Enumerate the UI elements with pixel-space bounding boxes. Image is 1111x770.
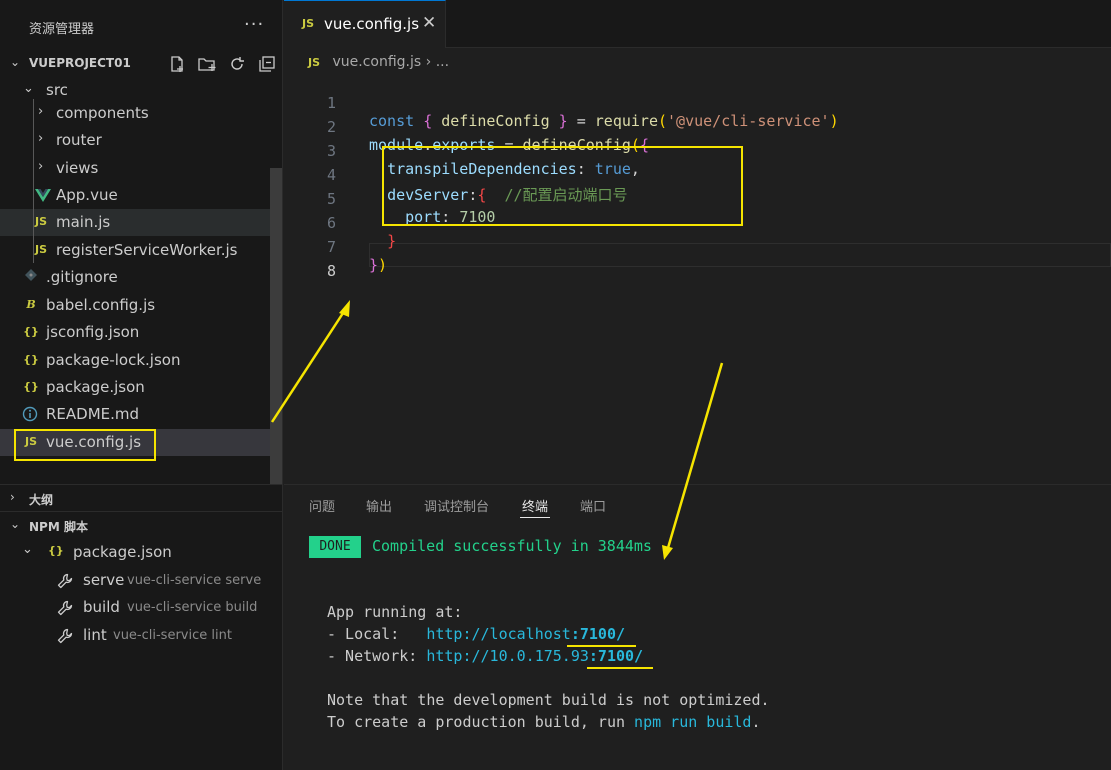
compiled-message: Compiled successfully in 3844ms bbox=[372, 537, 652, 555]
chevron-down-icon: ⌄ bbox=[22, 542, 33, 557]
npm-section-header[interactable]: ⌄ NPM 脚本 bbox=[0, 512, 282, 539]
chevron-down-icon: ⌄ bbox=[10, 55, 21, 69]
breadcrumb-separator: › bbox=[425, 54, 432, 70]
tree-folder-views[interactable]: › views bbox=[0, 155, 270, 182]
explorer-header: 资源管理器 ··· bbox=[0, 0, 282, 56]
network-line: - Network: http://10.0.175.93:7100/ bbox=[327, 647, 644, 665]
close-icon[interactable]: ✕ bbox=[422, 13, 436, 33]
code-line: 8 bbox=[326, 262, 336, 280]
tree-file-package-lock[interactable]: {} package-lock.json bbox=[0, 347, 270, 374]
breadcrumb-file[interactable]: vue.config.js bbox=[332, 54, 421, 70]
local-line: - Local: http://localhost:7100/ bbox=[327, 625, 626, 643]
tree-file-package-json[interactable]: {} package.json bbox=[0, 374, 270, 401]
tree-folder-router[interactable]: › router bbox=[0, 127, 270, 154]
tab-problems[interactable]: 问题 bbox=[309, 496, 335, 515]
wrench-icon[interactable] bbox=[56, 627, 74, 649]
tree-file-main-js[interactable]: JS main.js bbox=[0, 209, 270, 236]
explorer-scrollbar[interactable] bbox=[270, 168, 282, 484]
project-section-header[interactable]: ⌄ VUEPROJECT01 bbox=[0, 50, 282, 77]
editor-tab-bar: JS vue.config.js ✕ bbox=[284, 0, 1111, 48]
note-line: Note that the development build is not o… bbox=[327, 691, 770, 709]
explorer-title: 资源管理器 bbox=[29, 22, 95, 37]
tab-debug-console[interactable]: 调试控制台 bbox=[424, 496, 489, 515]
chevron-right-icon: › bbox=[38, 131, 44, 146]
build-hint-line: To create a production build, run npm ru… bbox=[327, 713, 761, 731]
done-badge: DONE bbox=[309, 536, 361, 558]
highlight-box bbox=[382, 146, 743, 226]
npm-script-build[interactable]: build vue-cli-service build bbox=[0, 594, 282, 621]
wrench-icon[interactable] bbox=[56, 599, 74, 621]
app-running-label: App running at: bbox=[327, 603, 463, 621]
breadcrumb: JS vue.config.js › ... bbox=[308, 54, 449, 74]
tree-file-readme[interactable]: README.md bbox=[0, 401, 270, 428]
new-file-icon[interactable] bbox=[166, 53, 188, 75]
json-file-icon: {} bbox=[48, 544, 64, 557]
info-file-icon bbox=[22, 406, 38, 422]
explorer-actions bbox=[166, 53, 278, 75]
js-file-icon: JS bbox=[34, 243, 47, 256]
new-folder-icon[interactable] bbox=[196, 53, 218, 75]
tree-file-app-vue[interactable]: App.vue bbox=[0, 182, 270, 209]
network-url[interactable]: http://10.0.175.93:7100/ bbox=[426, 647, 643, 665]
active-tab-indicator bbox=[520, 517, 550, 518]
outline-section-header[interactable]: › 大纲 bbox=[0, 485, 282, 512]
tab-output[interactable]: 输出 bbox=[366, 496, 392, 515]
js-file-icon: JS bbox=[308, 56, 321, 69]
arrow-to-code bbox=[270, 300, 350, 423]
git-file-icon bbox=[23, 269, 39, 285]
more-actions-icon[interactable]: ··· bbox=[244, 14, 264, 35]
js-file-icon: JS bbox=[302, 17, 315, 30]
underline-marker bbox=[567, 645, 636, 647]
vue-file-icon bbox=[35, 187, 51, 203]
npm-script-lint[interactable]: lint vue-cli-service lint bbox=[0, 622, 282, 649]
js-file-icon: JS bbox=[34, 215, 47, 228]
tab-terminal[interactable]: 终端 bbox=[522, 496, 548, 515]
bottom-panel: 问题 输出 调试控制台 终端 端口 DONE Compiled successf… bbox=[284, 484, 1111, 770]
npm-package-row[interactable]: ⌄ {} package.json bbox=[0, 539, 282, 566]
chevron-right-icon: › bbox=[38, 104, 44, 119]
tree-file-register-sw[interactable]: JS registerServiceWorker.js bbox=[0, 237, 270, 264]
code-line: 3 transpileDependencies: true, bbox=[326, 142, 640, 178]
npm-script-serve[interactable]: serve vue-cli-service serve bbox=[0, 567, 282, 594]
project-name: VUEPROJECT01 bbox=[29, 56, 131, 70]
json-file-icon: {} bbox=[23, 380, 39, 393]
tree-file-gitignore[interactable]: .gitignore bbox=[0, 264, 270, 291]
indent-guide bbox=[33, 99, 34, 263]
json-file-icon: {} bbox=[23, 325, 39, 338]
babel-file-icon: B bbox=[26, 298, 36, 311]
local-url[interactable]: http://localhost:7100/ bbox=[426, 625, 625, 643]
underline-marker bbox=[587, 667, 653, 669]
tab-vue-config[interactable]: JS vue.config.js ✕ bbox=[284, 0, 446, 48]
tree-file-babel-config[interactable]: B babel.config.js bbox=[0, 292, 270, 319]
code-line: 2 module.exports = defineConfig({ bbox=[326, 118, 649, 154]
tree-folder-components[interactable]: › components bbox=[0, 100, 270, 127]
highlight-box bbox=[14, 429, 156, 461]
collapse-all-icon[interactable] bbox=[256, 53, 278, 75]
explorer-sidebar: 资源管理器 ··· ⌄ VUEPROJECT01 ⌄ src › compone… bbox=[0, 0, 283, 770]
chevron-down-icon: ⌄ bbox=[23, 81, 34, 96]
wrench-icon[interactable] bbox=[56, 572, 74, 594]
code-line: 1 const { defineConfig } = require('@vue… bbox=[326, 94, 839, 130]
refresh-icon[interactable] bbox=[226, 53, 248, 75]
tab-ports[interactable]: 端口 bbox=[580, 496, 606, 515]
breadcrumb-more[interactable]: ... bbox=[436, 54, 449, 70]
json-file-icon: {} bbox=[23, 353, 39, 366]
tree-file-jsconfig[interactable]: {} jsconfig.json bbox=[0, 319, 270, 346]
chevron-right-icon: › bbox=[38, 159, 44, 174]
chevron-right-icon: › bbox=[10, 490, 15, 504]
chevron-down-icon: ⌄ bbox=[10, 517, 21, 531]
